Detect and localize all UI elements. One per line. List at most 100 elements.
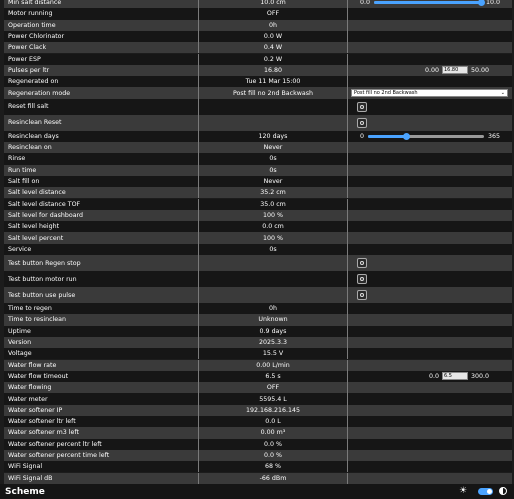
range-slider[interactable]: 0 365 — [348, 132, 512, 140]
table-row: Voltage 15.5 V — [4, 348, 512, 360]
row-control — [348, 153, 512, 164]
table-row: WiFi Signal 68 % — [4, 461, 512, 473]
scheme-title: Scheme — [5, 486, 45, 497]
circle-icon — [360, 277, 364, 281]
table-row: Uptime 0.9 days — [4, 325, 512, 337]
press-button[interactable] — [357, 117, 367, 128]
row-value: 0h — [199, 303, 348, 315]
row-label: WiFi Signal dB — [4, 472, 199, 484]
table-row: Time to regen 0h — [4, 303, 512, 315]
row-control — [348, 416, 512, 427]
row-label: Resinclean Reset — [4, 114, 199, 131]
row-label: Power Chlorinator — [4, 30, 199, 43]
row-label: Test button motor run — [4, 271, 199, 287]
row-label: Power Clack — [4, 42, 199, 54]
number-min-label: 0.0 — [428, 372, 439, 380]
press-button[interactable] — [357, 101, 367, 112]
number-max-label: 50.00 — [470, 66, 489, 74]
row-label: Water flow rate — [4, 359, 199, 371]
row-control — [348, 244, 512, 255]
row-value — [199, 287, 348, 303]
number-input[interactable] — [441, 66, 468, 75]
row-label: Rinse — [4, 153, 199, 165]
table-row: Water meter 5595.4 L — [4, 393, 512, 405]
circle-icon — [360, 120, 364, 125]
slider-max-label: 10.0 — [485, 0, 500, 7]
row-control — [348, 8, 512, 19]
circle-icon — [360, 104, 364, 109]
table-row: Reset fill salt — [4, 98, 512, 115]
table-row: Salt level distance 35.2 cm — [4, 187, 512, 199]
row-value: 0.00 m³ — [199, 427, 348, 439]
chevron-down-icon: ⌄ — [500, 90, 505, 97]
row-label: Resinclean days — [4, 130, 199, 142]
row-control — [348, 303, 512, 314]
row-value: 120 days — [199, 130, 348, 142]
press-button[interactable] — [357, 258, 367, 268]
row-control — [348, 348, 512, 359]
row-control — [348, 473, 512, 484]
row-label: Water softener percent ltr left — [4, 438, 199, 450]
row-value — [199, 271, 348, 287]
row-value — [199, 255, 348, 271]
row-value: 0.9 days — [199, 325, 348, 337]
row-control — [348, 42, 512, 53]
row-control — [348, 199, 512, 210]
row-control — [348, 255, 512, 271]
row-label: Salt level height — [4, 221, 199, 233]
row-value: OFF — [199, 382, 348, 394]
table-row: Resinclean days 120 days 0 365 — [4, 130, 512, 142]
row-label: Motor running — [4, 8, 199, 20]
row-value: 100 % — [199, 209, 348, 222]
row-control — [348, 232, 512, 243]
table-row: Test button Regen stop — [4, 255, 512, 271]
row-label: Pulses per ltr — [4, 64, 199, 77]
number-input[interactable] — [441, 372, 468, 381]
slider-track[interactable] — [374, 0, 486, 7]
row-value: 5595.4 L — [199, 393, 348, 405]
table-row: Water softener IP 192.168.216.145 — [4, 404, 512, 416]
slider-max-label: 365 — [487, 132, 500, 140]
row-control — [348, 427, 512, 438]
toggle-knob — [487, 488, 492, 494]
number-control: 0.0 300.0 — [353, 372, 512, 381]
row-value: 35.2 cm — [199, 187, 348, 199]
number-max-label: 300.0 — [470, 372, 489, 380]
row-label: Service — [4, 243, 199, 255]
press-button[interactable] — [357, 290, 367, 300]
row-label: Operation time — [4, 19, 199, 31]
row-label: Test button use pulse — [4, 287, 199, 303]
table-row: Water softener m3 left 0.00 m³ — [4, 427, 512, 439]
row-label: Water softener IP — [4, 404, 199, 416]
table-row: Min salt distance 10.0 cm 0.0 10.0 — [4, 0, 512, 9]
scheme-toggle[interactable] — [478, 487, 493, 495]
row-value — [199, 114, 348, 131]
row-value: 0.0 cm — [199, 221, 348, 233]
table-row: Water flow timeout6.5 s 0.0 300.0 — [4, 370, 512, 383]
row-label: Version — [4, 336, 199, 349]
slider-track[interactable] — [368, 132, 484, 140]
table-row: Salt fill on Never — [4, 175, 512, 188]
press-button[interactable] — [357, 274, 367, 284]
slider-fill — [374, 1, 482, 5]
table-row: Water softener ltr left 0.0 L — [4, 416, 512, 428]
row-label: Salt level distance TOF — [4, 198, 199, 210]
row-value: 6.5 s — [199, 370, 348, 383]
row-value: 0.0 W — [199, 30, 348, 43]
range-slider[interactable]: 0.0 10.0 — [348, 0, 512, 7]
row-value: 35.0 cm — [199, 198, 348, 210]
row-control — [348, 287, 512, 303]
table-row: Water softener percent ltr left 0.0 % — [4, 438, 512, 450]
row-control — [348, 142, 512, 153]
row-control — [348, 405, 512, 416]
row-control — [348, 99, 512, 115]
slider-thumb[interactable] — [478, 0, 486, 7]
row-control — [348, 461, 512, 472]
table-row: Salt level for dashboard 100 % — [4, 209, 512, 222]
regeneration-mode-select[interactable]: Post fill no 2nd Backwash ⌄ — [351, 89, 508, 98]
table-row: Resinclean Reset — [4, 114, 512, 131]
row-label: WiFi Signal — [4, 461, 199, 473]
circle-icon — [360, 261, 364, 265]
slider-thumb[interactable] — [402, 132, 410, 140]
row-control — [348, 450, 512, 461]
